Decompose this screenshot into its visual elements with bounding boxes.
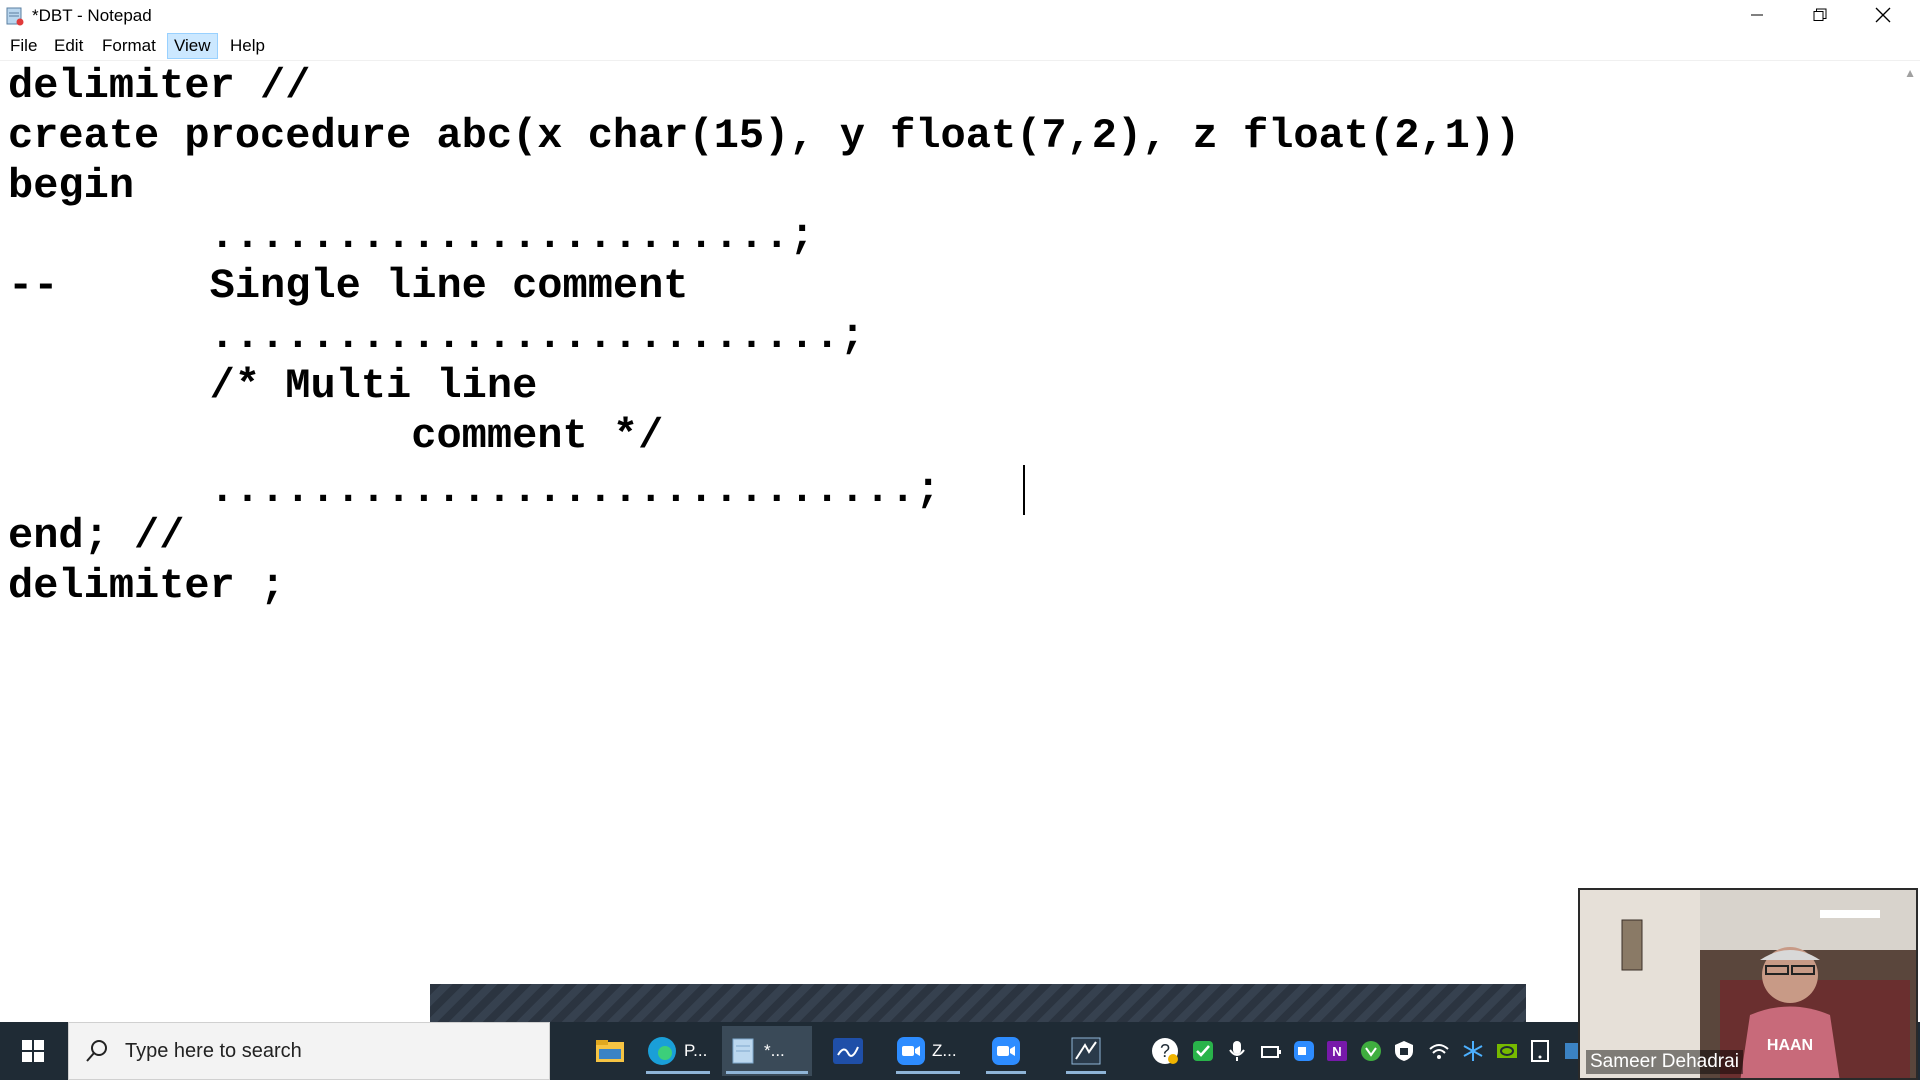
menu-format[interactable]: Format — [96, 34, 162, 58]
participant-name-label: Sameer Dehadrai — [1586, 1050, 1743, 1074]
restore-button[interactable] — [1789, 0, 1851, 30]
taskbar-app-whiteboard[interactable] — [826, 1026, 870, 1076]
taskbar-app-edge[interactable]: P... — [642, 1026, 714, 1076]
notepad-app-icon[interactable] — [6, 6, 24, 26]
taskbar-app-zoom[interactable]: Z... — [892, 1026, 964, 1076]
app-running-indicator — [646, 1071, 710, 1074]
nvidia-icon[interactable] — [1496, 1040, 1518, 1062]
taskbar-app-label: *... — [764, 1041, 785, 1060]
menu-file[interactable]: File — [4, 34, 43, 58]
shield-icon[interactable] — [1393, 1040, 1415, 1062]
whiteboard-icon — [833, 1038, 863, 1064]
snipping-tool-icon — [1071, 1037, 1101, 1065]
help-icon[interactable]: ? — [1150, 1036, 1180, 1066]
search-icon — [86, 1040, 107, 1062]
minimize-button[interactable] — [1726, 0, 1788, 30]
taskbar-app-snipping-tool[interactable] — [1062, 1026, 1110, 1076]
code-line: comment */ — [8, 412, 664, 460]
update-icon[interactable] — [1360, 1040, 1382, 1062]
code-line: delimiter ; — [8, 562, 286, 610]
code-line: -- Single line comment — [8, 262, 689, 310]
code-line: begin — [8, 162, 135, 210]
taskbar-app-notepad[interactable]: *... — [722, 1026, 812, 1076]
code-line: /* Multi line — [8, 362, 538, 410]
app-running-indicator — [986, 1071, 1026, 1074]
code-line: ............................; — [8, 466, 941, 514]
app-running-indicator — [896, 1071, 960, 1074]
code-line: .......................; — [8, 212, 815, 260]
menu-bar: File Edit Format View Help — [0, 32, 1920, 61]
tablet-icon[interactable] — [1529, 1040, 1551, 1062]
svg-text:HAAN: HAAN — [1767, 1037, 1813, 1054]
app-running-indicator — [726, 1071, 808, 1074]
code-line: delimiter // — [8, 62, 311, 110]
taskbar-search-box[interactable]: Type here to search — [68, 1022, 550, 1080]
zoom-icon — [897, 1037, 925, 1065]
title-bar: *DBT - Notepad — [0, 0, 1920, 32]
menu-help[interactable]: Help — [224, 34, 271, 58]
code-line: .........................; — [8, 312, 865, 360]
close-icon — [1875, 7, 1891, 23]
security-check-icon[interactable] — [1192, 1040, 1214, 1062]
svg-text:N: N — [1332, 1044, 1341, 1059]
taskbar-app-zoom-meeting[interactable] — [982, 1026, 1030, 1076]
scroll-up-arrow-icon[interactable]: ▲ — [1904, 66, 1916, 80]
webcam-video: HAAN Sameer Dehadrai — [1578, 888, 1918, 1080]
search-placeholder: Type here to search — [125, 1040, 302, 1062]
taskbar-app-label: Z... — [932, 1041, 957, 1060]
window-title: *DBT - Notepad — [32, 6, 152, 25]
menu-view[interactable]: View — [167, 33, 218, 59]
edge-icon — [648, 1037, 676, 1065]
vertical-scrollbar[interactable] — [1898, 61, 1920, 1021]
battery-icon[interactable] — [1260, 1040, 1282, 1062]
taskbar-app-label: P... — [684, 1041, 708, 1060]
snowflake-icon[interactable] — [1462, 1040, 1484, 1062]
restore-icon — [1813, 8, 1827, 21]
minimize-icon — [1751, 14, 1763, 16]
windows-logo-icon — [22, 1040, 44, 1062]
menu-edit[interactable]: Edit — [48, 34, 89, 58]
notepad-icon — [732, 1038, 754, 1064]
zoom-tray-icon[interactable] — [1293, 1040, 1315, 1062]
zoom-meeting-icon — [992, 1037, 1020, 1065]
text-caret — [1023, 465, 1025, 515]
start-button[interactable] — [0, 1022, 66, 1080]
app-running-indicator — [1066, 1071, 1106, 1074]
close-button[interactable] — [1852, 0, 1914, 30]
microphone-icon[interactable] — [1226, 1040, 1248, 1062]
text-editor[interactable] — [0, 61, 1898, 1021]
code-line: end; // — [8, 512, 185, 560]
file-explorer-icon — [596, 1040, 624, 1062]
screen-share-bar — [430, 984, 1526, 1022]
taskbar-app-file-explorer[interactable] — [588, 1026, 632, 1076]
wifi-icon[interactable] — [1428, 1040, 1450, 1062]
code-line: create procedure abc(x char(15), y float… — [8, 112, 1521, 160]
onenote-icon[interactable]: N — [1326, 1040, 1348, 1062]
